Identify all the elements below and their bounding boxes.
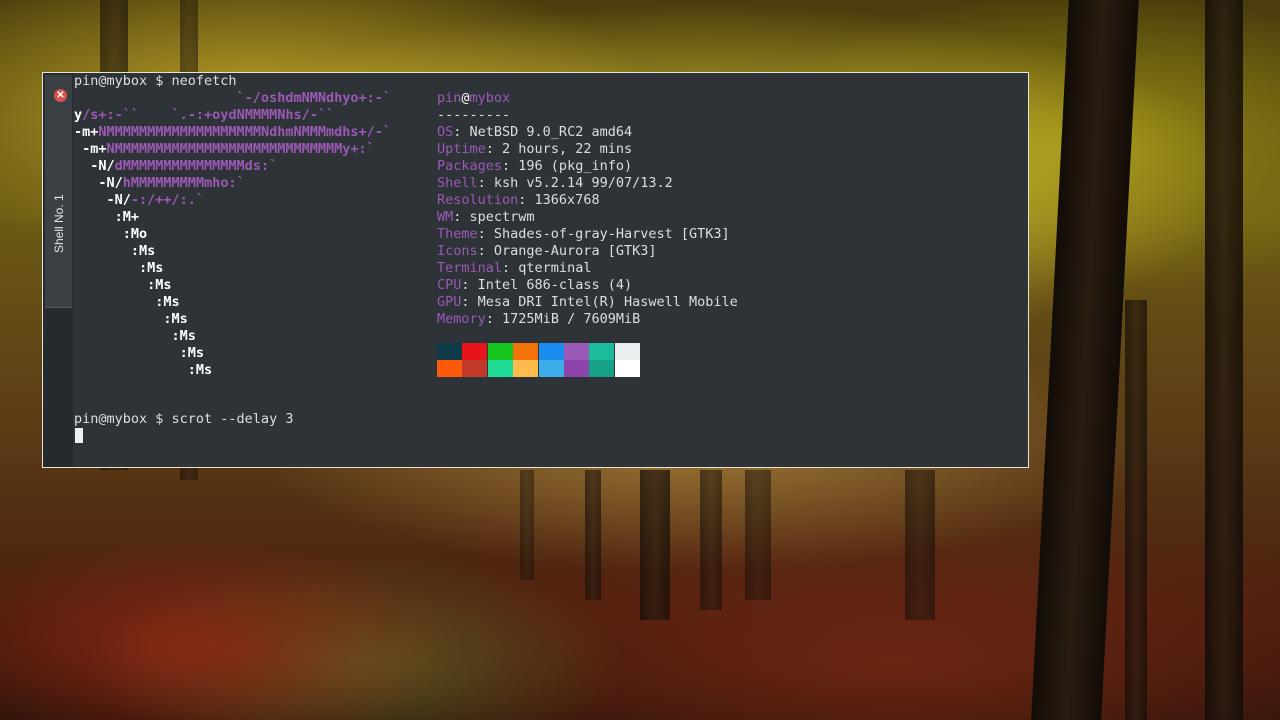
- color-swatch: [614, 343, 640, 360]
- info-row: Resolution: 1366x768: [437, 192, 600, 208]
- color-swatch: [538, 343, 564, 360]
- info-row: GPU: Mesa DRI Intel(R) Haswell Mobile: [437, 294, 738, 310]
- info-value: 196 (pkg_info): [518, 158, 633, 174]
- logo-line: :Ms: [74, 294, 180, 310]
- info-key: Shell: [437, 175, 478, 191]
- command-line: pin@mybox $ neofetch: [74, 73, 237, 89]
- info-row: WM: spectrwm: [437, 209, 535, 225]
- logo-line: :Ms: [74, 311, 188, 327]
- logo-line: -m+NMMMMMMMMMMMMMMMMMMMMMMMMMMMMy+:`: [74, 141, 375, 157]
- info-underline: ---------: [437, 107, 511, 123]
- logo-line: :Mo: [74, 226, 148, 242]
- color-swatch: [513, 360, 539, 377]
- logo-line: :Ms: [74, 328, 196, 344]
- command-line-2: pin@mybox $ scrot --delay 3: [74, 411, 294, 427]
- info-row: Memory: 1725MiB / 7609MiB: [437, 311, 641, 327]
- info-row: Shell: ksh v5.2.14 99/07/13.2: [437, 175, 673, 191]
- info-value: qterminal: [518, 260, 592, 276]
- terminal-window[interactable]: ✕ Shell No. 1 pin@mybox $ neofetch `-/os…: [42, 72, 1029, 468]
- info-value: ksh v5.2.14 99/07/13.2: [493, 175, 673, 191]
- color-swatch: [462, 360, 488, 377]
- logo-line: :Ms: [74, 260, 164, 276]
- info-row: Packages: 196 (pkg_info): [437, 158, 633, 174]
- info-value: Intel 686-class (4): [477, 277, 633, 293]
- color-swatch: [462, 343, 488, 360]
- info-key: Icons: [437, 243, 478, 259]
- info-key: CPU: [437, 277, 462, 293]
- info-key: WM: [437, 209, 454, 225]
- tab-bar: ✕ Shell No. 1: [43, 73, 73, 467]
- info-row: Uptime: 2 hours, 22 mins: [437, 141, 633, 157]
- info-key: OS: [437, 124, 454, 140]
- info-value: NetBSD 9.0_RC2 amd64: [469, 124, 633, 140]
- color-swatch: [614, 360, 640, 377]
- info-key: Uptime: [437, 141, 486, 157]
- info-row: Theme: Shades-of-gray-Harvest [GTK3]: [437, 226, 730, 242]
- info-row: CPU: Intel 686-class (4): [437, 277, 633, 293]
- terminal-output[interactable]: pin@mybox $ neofetch `-/oshdmNMNdhyo+:-`…: [74, 73, 1028, 467]
- info-value: 2 hours, 22 mins: [502, 141, 633, 157]
- logo-line: -N/hMMMMMMMMMmho:`: [74, 175, 245, 191]
- info-value: Orange-Aurora [GTK3]: [493, 243, 657, 259]
- info-key: Terminal: [437, 260, 503, 276]
- info-value: Shades-of-gray-Harvest [GTK3]: [493, 226, 730, 242]
- logo-line: -m+NMMMMMMMMMMMMMMMMMMMNdhmNMMMmdhs+/-`: [74, 124, 391, 140]
- text-cursor: [75, 428, 83, 443]
- tab-label: Shell No. 1: [52, 194, 66, 253]
- color-swatch: [589, 343, 615, 360]
- logo-line: :Ms: [74, 277, 172, 293]
- color-swatch: [589, 360, 615, 377]
- info-value: 1725MiB / 7609MiB: [502, 311, 641, 327]
- info-row: Icons: Orange-Aurora [GTK3]: [437, 243, 657, 259]
- info-key: Packages: [437, 158, 503, 174]
- info-row: Terminal: qterminal: [437, 260, 592, 276]
- color-swatch: [437, 360, 462, 377]
- color-swatch: [538, 360, 564, 377]
- logo-line: :Ms: [74, 243, 156, 259]
- info-key: Resolution: [437, 192, 519, 208]
- user-host: pin@mybox: [437, 90, 511, 106]
- logo-line: y/s+:-`` `.-:+oydNMMMMNhs/-``: [74, 107, 335, 123]
- close-icon[interactable]: ✕: [54, 89, 67, 102]
- color-swatch: [513, 343, 539, 360]
- tab-shell-1[interactable]: ✕ Shell No. 1: [45, 75, 72, 308]
- info-value: Mesa DRI Intel(R) Haswell Mobile: [477, 294, 738, 310]
- color-swatch: [564, 360, 589, 377]
- color-palette: [437, 343, 640, 377]
- logo-line: :Ms: [74, 362, 213, 378]
- info-value: 1366x768: [534, 192, 600, 208]
- color-swatch: [487, 360, 513, 377]
- logo-line: :Ms: [74, 345, 205, 361]
- logo-line: -N/-:/++/:.`: [74, 192, 205, 208]
- color-swatch: [437, 343, 462, 360]
- color-swatch: [564, 343, 589, 360]
- logo-line: :M+: [74, 209, 140, 225]
- logo-line: `-/oshdmNMNdhyo+:-`: [74, 90, 391, 106]
- info-key: Theme: [437, 226, 478, 242]
- color-swatch: [487, 343, 513, 360]
- logo-line: -N/dMMMMMMMMMMMMMMMds:`: [74, 158, 278, 174]
- info-row: OS: NetBSD 9.0_RC2 amd64: [437, 124, 633, 140]
- info-value: spectrwm: [469, 209, 535, 225]
- info-key: GPU: [437, 294, 462, 310]
- info-key: Memory: [437, 311, 486, 327]
